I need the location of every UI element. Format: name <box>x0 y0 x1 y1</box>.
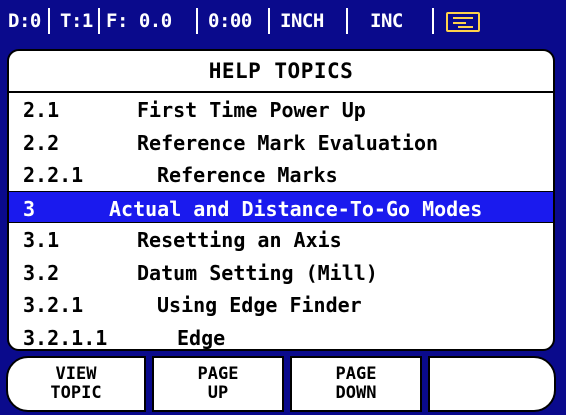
timer-indicator: 0:00 <box>208 10 252 32</box>
axis-status-icon <box>446 12 480 32</box>
help-topic-item[interactable]: 2.2.1 Reference Marks <box>9 158 553 191</box>
status-divider <box>48 8 50 34</box>
help-topic-item[interactable]: 3.2.1.1 Edge <box>9 321 553 350</box>
units-indicator: INCH <box>280 10 324 32</box>
topic-label: Reference Mark Evaluation <box>137 130 439 155</box>
status-divider <box>346 8 348 34</box>
help-topic-list: 2.1 First Time Power Up 2.2 Reference Mark … <box>9 93 553 350</box>
status-divider <box>98 8 100 34</box>
topic-number: 2.1 <box>23 98 60 122</box>
softkey-label: TOPIC <box>50 383 102 403</box>
help-topic-item[interactable]: 2.1 First Time Power Up <box>9 93 553 126</box>
topic-number: 3.2 <box>23 260 60 285</box>
topic-label: Datum Setting (Mill) <box>137 260 378 285</box>
status-divider <box>268 8 270 34</box>
page-down-button[interactable]: PAGE DOWN <box>290 356 422 412</box>
topic-label: Edge <box>177 325 226 350</box>
help-topic-item[interactable]: 3.1 Resetting an Axis <box>9 223 553 256</box>
help-topic-item[interactable]: 3.2 Datum Setting (Mill) <box>9 256 553 289</box>
softkey-label: PAGE <box>335 364 377 384</box>
topic-number: 2.2.1 <box>23 163 84 187</box>
view-topic-button[interactable]: VIEW TOPIC <box>6 356 146 412</box>
help-topic-item[interactable]: 2.2 Reference Mark Evaluation <box>9 126 553 159</box>
help-topics-panel: HELP TOPICS 2.1 First Time Power Up 2.2 Ref… <box>7 49 555 351</box>
topic-label: Actual and Distance-To-Go Modes <box>109 196 483 221</box>
topic-label: First Time Power Up <box>137 98 366 122</box>
help-topic-item[interactable]: 3.2.1 Using Edge Finder <box>9 288 553 321</box>
blank-softkey[interactable] <box>428 356 556 412</box>
tool-indicator: T:1 <box>60 10 93 32</box>
softkey-label: DOWN <box>335 383 377 403</box>
mode-indicator: INC <box>370 10 403 32</box>
feed-indicator: F: 0.0 <box>106 10 172 32</box>
topic-number: 3.1 <box>23 228 60 252</box>
topic-number: 2.2 <box>23 130 60 155</box>
help-topic-item[interactable]: 3 Actual and Distance-To-Go Modes <box>9 190 553 223</box>
softkey-label: PAGE <box>197 364 239 384</box>
topic-label: Using Edge Finder <box>157 293 362 317</box>
status-divider <box>196 8 198 34</box>
softkey-bar: VIEW TOPIC PAGE UP PAGE DOWN <box>0 354 566 415</box>
softkey-label: VIEW <box>55 364 97 384</box>
page-up-button[interactable]: PAGE UP <box>152 356 284 412</box>
panel-title: HELP TOPICS <box>208 59 354 83</box>
topic-number: 3.2.1 <box>23 293 84 317</box>
status-bar: D:0 T:1 F: 0.0 0:00 INCH INC <box>0 0 566 45</box>
topic-label: Reference Marks <box>157 163 338 187</box>
topic-number: 3 <box>23 196 36 221</box>
status-divider <box>432 8 434 34</box>
datum-indicator: D:0 <box>8 10 41 32</box>
topic-number: 3.2.1.1 <box>23 325 108 350</box>
topic-label: Resetting an Axis <box>137 228 342 252</box>
softkey-label: UP <box>207 383 229 403</box>
